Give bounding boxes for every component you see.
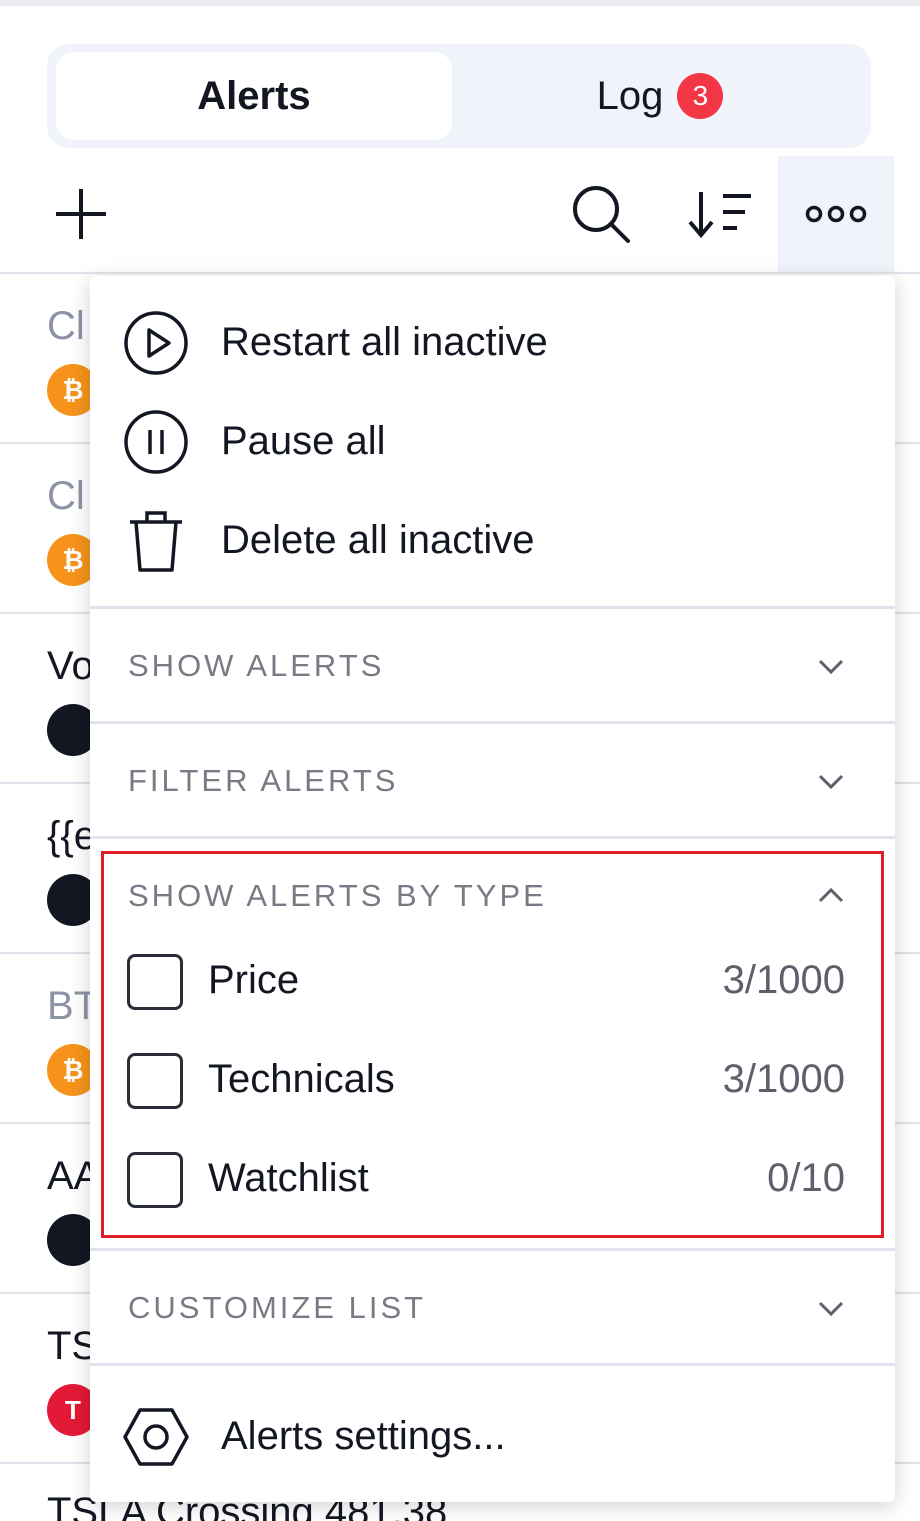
top-strip [0, 0, 920, 6]
pause-all-item[interactable]: Pause all [90, 392, 895, 491]
filter-alerts-section[interactable]: FILTER ALERTS [90, 725, 895, 835]
settings-hexagon-icon [123, 1404, 189, 1470]
alerts-log-tabs: Alerts Log 3 [47, 44, 871, 148]
show-alerts-section[interactable]: SHOW ALERTS [90, 610, 895, 720]
pause-circle-icon [123, 409, 189, 475]
tab-log-label: Log [596, 73, 664, 118]
type-count: 3/1000 [722, 1057, 845, 1101]
chevron-down-icon [818, 1301, 844, 1317]
delete-all-inactive-label: Delete all inactive [221, 518, 535, 562]
alert-name: Cl [47, 304, 85, 348]
pause-all-label: Pause all [221, 419, 386, 463]
alert-type-row-price[interactable]: Price 3/1000 [90, 936, 895, 1032]
type-label: Price [208, 958, 300, 1002]
section-title: FILTER ALERTS [128, 763, 399, 798]
alert-name: Vo [47, 644, 94, 688]
tab-log[interactable]: Log 3 [457, 52, 863, 140]
chevron-up-icon [818, 887, 844, 903]
alerts-settings-item[interactable]: Alerts settings... [90, 1387, 895, 1486]
search-button[interactable] [562, 178, 640, 250]
section-title: SHOW ALERTS BY TYPE [128, 878, 547, 913]
show-alerts-by-type-section[interactable]: SHOW ALERTS BY TYPE [90, 840, 895, 950]
type-count: 3/1000 [722, 958, 845, 1002]
customize-list-section[interactable]: CUSTOMIZE LIST [90, 1252, 895, 1362]
more-horizontal-icon [805, 205, 867, 223]
tab-alerts-label: Alerts [197, 73, 311, 118]
alert-name: Cl [47, 474, 85, 518]
trash-icon [123, 508, 189, 574]
menu-divider [90, 606, 895, 609]
search-icon [573, 186, 630, 243]
technicals-checkbox[interactable] [127, 1053, 183, 1109]
more-options-button[interactable] [778, 156, 894, 272]
type-label: Watchlist [208, 1156, 369, 1200]
type-label: Technicals [208, 1057, 395, 1101]
delete-all-inactive-item[interactable]: Delete all inactive [90, 491, 895, 590]
section-title: CUSTOMIZE LIST [128, 1290, 427, 1325]
sort-icon [688, 192, 751, 239]
alert-name: {{e [47, 814, 96, 858]
menu-divider [90, 721, 895, 724]
menu-divider [90, 836, 895, 839]
chevron-down-icon [818, 774, 844, 790]
menu-divider [90, 1363, 895, 1366]
plus-icon [56, 189, 106, 239]
chevron-down-icon [818, 659, 844, 675]
alert-type-row-watchlist[interactable]: Watchlist 0/10 [90, 1134, 895, 1230]
restart-all-inactive-label: Restart all inactive [221, 320, 548, 364]
play-circle-icon [123, 310, 189, 376]
tab-alerts[interactable]: Alerts [56, 52, 452, 140]
alert-type-row-technicals[interactable]: Technicals 3/1000 [90, 1035, 895, 1131]
more-options-menu: Restart all inactive Pause all Delete al… [90, 276, 895, 1502]
type-count: 0/10 [767, 1156, 845, 1200]
section-title: SHOW ALERTS [128, 648, 385, 683]
menu-divider [90, 1248, 895, 1251]
restart-all-inactive-item[interactable]: Restart all inactive [90, 293, 895, 392]
log-count-badge: 3 [677, 73, 724, 119]
alerts-settings-label: Alerts settings... [221, 1414, 506, 1458]
watchlist-checkbox[interactable] [127, 1152, 183, 1208]
price-checkbox[interactable] [127, 954, 183, 1010]
add-alert-button[interactable] [46, 178, 116, 250]
sort-button[interactable] [680, 178, 760, 250]
